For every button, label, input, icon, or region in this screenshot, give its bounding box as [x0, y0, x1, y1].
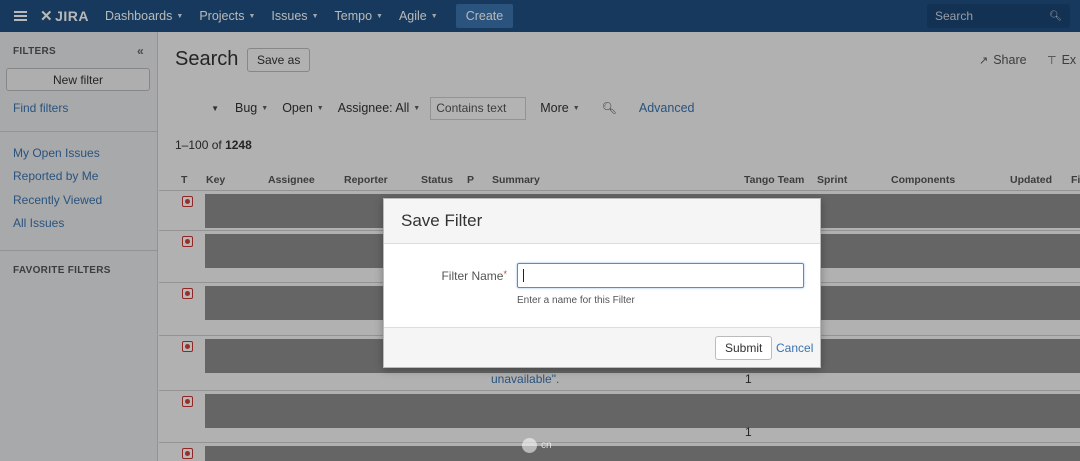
cancel-button[interactable]: Cancel	[776, 341, 813, 355]
submit-button[interactable]: Submit	[715, 336, 773, 360]
filter-name-hint: Enter a name for this Filter	[517, 295, 635, 306]
filter-name-input[interactable]	[517, 263, 804, 288]
save-filter-dialog: Save Filter Filter Name* Enter a name fo…	[383, 198, 821, 368]
watermark-logo-icon	[522, 438, 537, 453]
text-cursor	[523, 269, 524, 282]
dialog-title: Save Filter	[384, 199, 820, 244]
watermark: cn	[522, 438, 552, 453]
required-marker: *	[503, 269, 507, 279]
filter-name-label: Filter Name*	[441, 269, 507, 283]
